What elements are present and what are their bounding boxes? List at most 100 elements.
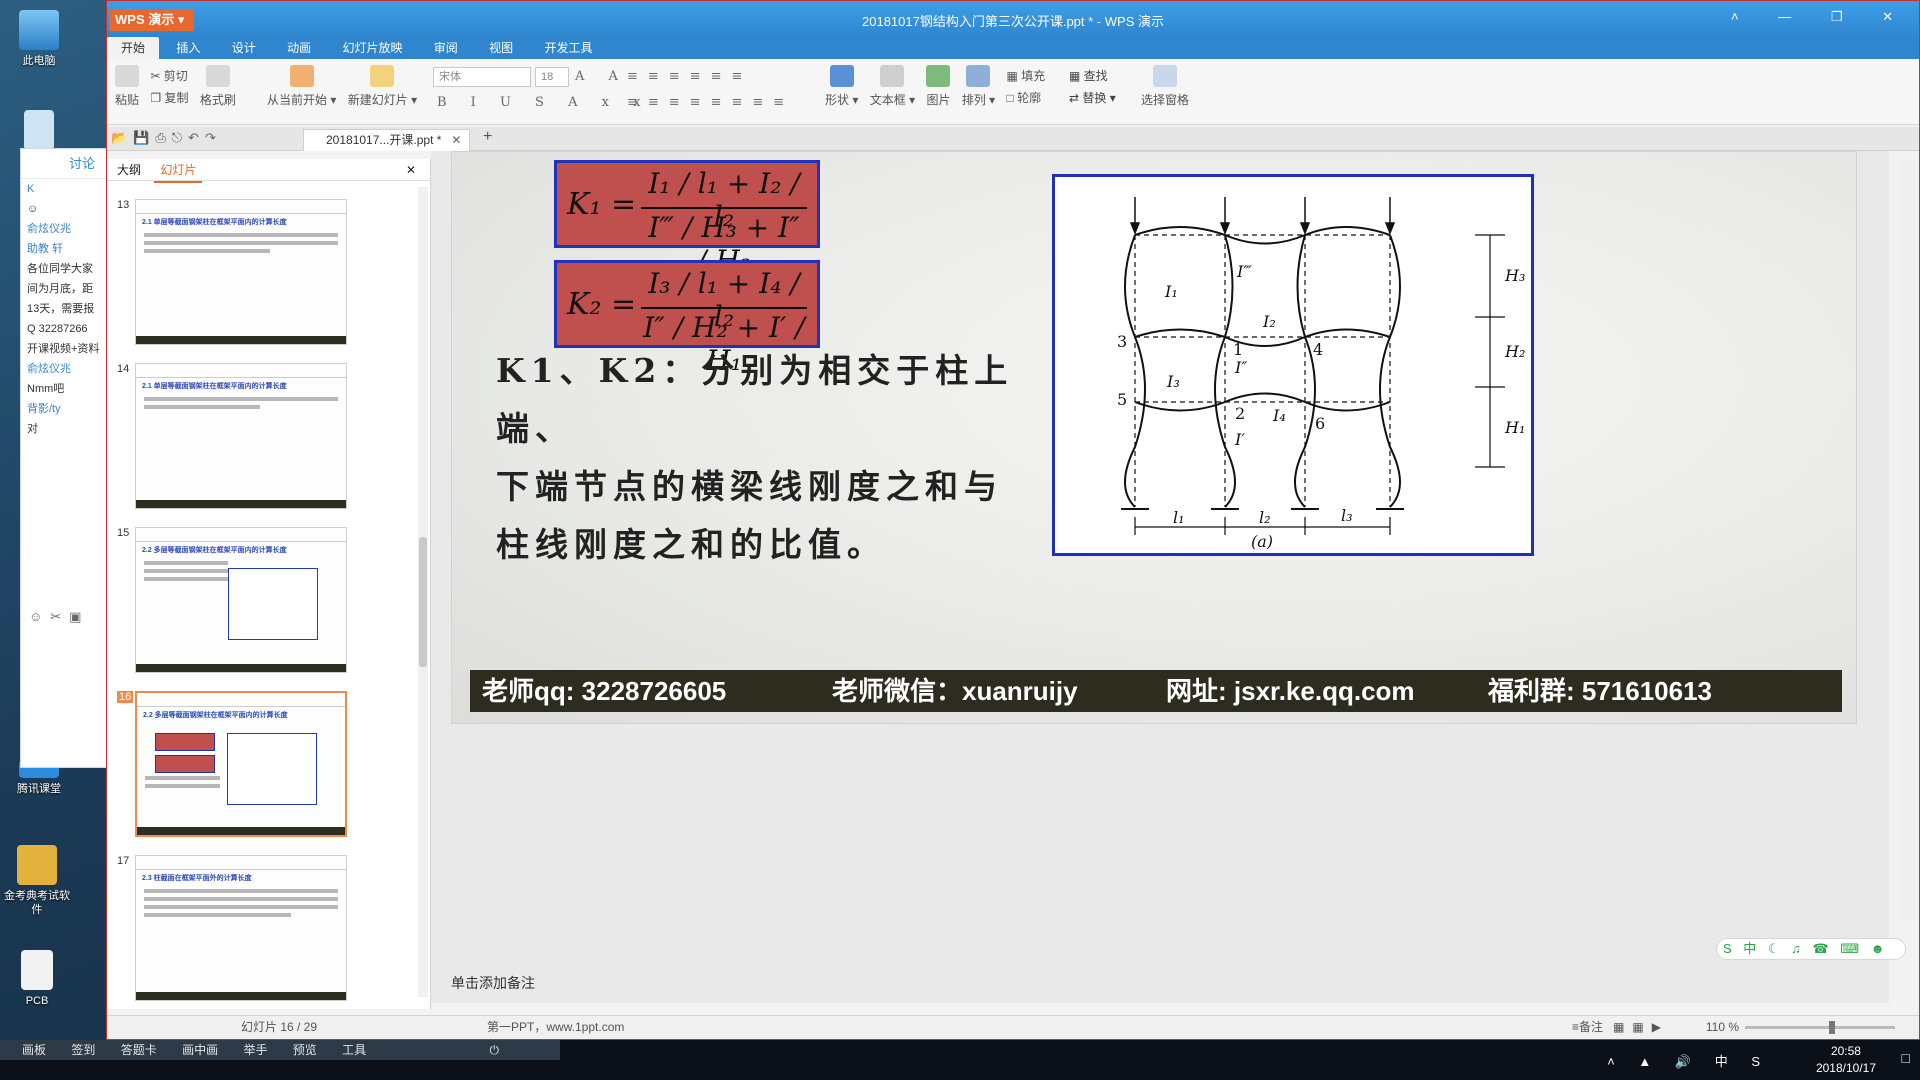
label-I2: I₂ (1262, 312, 1276, 331)
label-node-3: 3 (1117, 332, 1127, 351)
label-node-2: 2 (1235, 404, 1245, 423)
chat-message: 俞炫仪兆 (27, 223, 71, 235)
recycle-bin-icon (24, 110, 54, 150)
desktop-icon-this-pc[interactable]: 此电脑 (2, 10, 76, 68)
chat-tools[interactable]: ☺✂▣ (29, 609, 89, 625)
tool-answer-card[interactable]: 答题卡 (121, 1040, 157, 1060)
document-tab-bar: 📂💾⎙⎋↶↷ 20181017...开课.ppt * ✕ + (107, 127, 1919, 151)
clock[interactable]: 20:58 2018/10/17 (1816, 1043, 1876, 1077)
text-format-buttons[interactable]: B I U S A x x (437, 95, 650, 110)
select-pane-button[interactable]: 选择窗格 (1141, 65, 1189, 108)
paste-icon (115, 65, 139, 87)
thumbnail-scrollbar[interactable] (418, 187, 428, 997)
close-tab-icon[interactable]: ✕ (451, 130, 461, 150)
ribbon: 粘贴 ✂ 剪切 ❐ 复制 格式刷 从当前开始 ▾ 新建幻灯片 ▾ 宋体 18 A… (107, 59, 1919, 125)
brush-icon (205, 65, 230, 87)
menu-slideshow[interactable]: 幻灯片放映 (328, 37, 416, 59)
tab-outline[interactable]: 大纲 (111, 159, 147, 181)
menu-design[interactable]: 设计 (218, 37, 270, 59)
zoom-level[interactable]: 110 % (1706, 1016, 1739, 1038)
replace-button[interactable]: ⇄ 替换 ▾ (1069, 91, 1116, 105)
drawing-group: 形状 ▾ 文本框 ▾ 图片 排列 ▾ ▦ 填充 □ 轮廓 (821, 65, 1049, 109)
chat-message: ☺ (27, 203, 39, 215)
label-node-1: 1 (1233, 340, 1243, 359)
menu-home[interactable]: 开始 (107, 37, 160, 59)
ime-toolbar[interactable]: S 中 ☾ ♫ ☎ ⌨ ☻ (1716, 938, 1906, 960)
play-icon (289, 65, 314, 87)
tool-sign-in[interactable]: 签到 (71, 1040, 95, 1060)
menu-review[interactable]: 审阅 (420, 37, 472, 59)
quick-access-toolbar[interactable]: 📂💾⎙⎋↶↷ (111, 130, 222, 146)
cut-button[interactable]: ✂ 剪切 (150, 69, 187, 83)
editor-scrollbar[interactable] (1901, 161, 1915, 921)
from-current-button[interactable]: 从当前开始 ▾ (267, 65, 336, 108)
k-description-text[interactable]: K1、K2：分别为相交于柱上端、 下端节点的横梁线刚度之和与 柱线刚度之和的比值… (496, 342, 1056, 574)
fill-button[interactable]: ▦ 填充 (1007, 69, 1046, 83)
chat-message: 各位同学大家 (27, 263, 93, 275)
chat-message: Q 32287266 (27, 323, 88, 335)
chat-message: K (27, 183, 35, 195)
label-H3: H₃ (1504, 266, 1525, 285)
format-painter-button[interactable]: 格式刷 (200, 65, 236, 108)
document-tab[interactable]: 20181017...开课.ppt * ✕ (303, 129, 471, 151)
find-button[interactable]: ▦ 查找 (1069, 69, 1108, 83)
picture-button[interactable]: 图片 (926, 65, 950, 108)
window-controls[interactable]: ˄ — ❐ ✕ (1731, 9, 1911, 25)
chat-discussion-tab[interactable]: 讨论 (21, 149, 109, 179)
zoom-slider[interactable] (1745, 1021, 1895, 1034)
clipboard-group: 粘贴 ✂ 剪切 ❐ 复制 格式刷 (111, 65, 240, 109)
menu-insert[interactable]: 插入 (162, 37, 214, 59)
chat-message: 对 (27, 423, 38, 435)
slide-thumbnail-panel: 大纲 幻灯片 ✕ 13 2.1 单层等截面钢架柱在框架平面内的计算长度 14 2… (107, 159, 431, 1009)
outline-button[interactable]: □ 轮廓 (1007, 91, 1042, 105)
notes-toggle[interactable]: ≡ 备注 (1572, 1016, 1603, 1038)
tool-raise-hand[interactable]: 举手 (243, 1040, 267, 1060)
arrange-button[interactable]: 排列 ▾ (962, 65, 995, 108)
menu-developer[interactable]: 开发工具 (531, 37, 607, 59)
font-name-select[interactable]: 宋体 (433, 67, 531, 87)
power-icon[interactable]: ⏻ (490, 1040, 500, 1060)
picture-icon (926, 65, 951, 87)
label-Ipp: I″ (1234, 358, 1247, 377)
desktop-icon-pcb[interactable]: PCB (0, 950, 74, 1008)
tool-tools[interactable]: 工具 (342, 1040, 366, 1060)
notes-placeholder[interactable]: 单击添加备注 (451, 973, 535, 993)
tool-drawing-board[interactable]: 画板 (22, 1040, 46, 1060)
menu-animation[interactable]: 动画 (273, 37, 325, 59)
notification-icon[interactable]: □ (1902, 1050, 1910, 1066)
new-tab-button[interactable]: + (483, 128, 492, 146)
slide-editor: K₁ = I₁ / l₁ + I₂ / l₂ I‴ / H₃ + I″ / H₂… (431, 151, 1915, 1003)
paragraph-buttons[interactable]: ≡≡≡≡≡≡ (627, 69, 752, 84)
paste-button[interactable]: 粘贴 (115, 65, 139, 108)
slide-counter: 幻灯片 16 / 29 (241, 1020, 318, 1034)
align-buttons[interactable]: ≡≡≡≡≡≡≡≡ (627, 95, 794, 110)
label-l3: l₃ (1341, 506, 1353, 525)
tool-preview[interactable]: 预览 (293, 1040, 317, 1060)
shape-icon (829, 65, 854, 87)
view-buttons[interactable]: ▦▦▶ (1613, 1016, 1669, 1038)
chat-message: 开课视频+资料 (27, 343, 100, 355)
textbox-button[interactable]: 文本框 ▾ (870, 65, 915, 108)
label-l2: l₂ (1259, 508, 1271, 527)
chat-message: 背影/ty (27, 403, 61, 415)
edit-group: ▦ 查找 ⇄ 替换 ▾ (1069, 65, 1116, 109)
desktop-icon-exam[interactable]: 金考典考试软件 (0, 845, 74, 917)
system-tray[interactable]: ˄ ▲ 🔊 中 S (1607, 1051, 1770, 1070)
selection-group: 选择窗格 (1137, 65, 1193, 108)
formula-k1[interactable]: K₁ = I₁ / l₁ + I₂ / l₂ I‴ / H₃ + I″ / H₂ (554, 160, 820, 277)
slide-footer-banner[interactable]: 老师qq: 3228726605 老师微信：xuanruijy 网址: jsxr… (470, 670, 1842, 712)
font-size-select[interactable]: 18 (535, 67, 569, 87)
tool-pip[interactable]: 画中画 (182, 1040, 218, 1060)
new-slide-button[interactable]: 新建幻灯片 ▾ (348, 65, 417, 108)
close-panel-icon[interactable]: ✕ (400, 159, 422, 181)
slide-canvas[interactable]: K₁ = I₁ / l₁ + I₂ / l₂ I‴ / H₃ + I″ / H₂… (451, 151, 1857, 724)
menu-view[interactable]: 视图 (475, 37, 527, 59)
tab-slides[interactable]: 幻灯片 (154, 159, 203, 183)
font-grow-shrink[interactable]: A A (575, 69, 628, 84)
formula-k2[interactable]: K₂ = I₃ / l₁ + I₄ / l₂ I″ / H₂ + I′ / H₁ (554, 260, 820, 377)
template-info: 第一PPT，www.1ppt.com (487, 1020, 625, 1034)
window-title: 20181017钢结构入门第三次公开课.ppt * - WPS 演示 (862, 14, 1164, 29)
frame-figure[interactable]: I₁ I‴ I₂ I₃ I″ I₄ I′ 1 2 3 4 5 6 l₁ l₂ l… (1052, 174, 1534, 556)
copy-button[interactable]: ❐ 复制 (150, 91, 188, 105)
shape-button[interactable]: 形状 ▾ (825, 65, 858, 108)
